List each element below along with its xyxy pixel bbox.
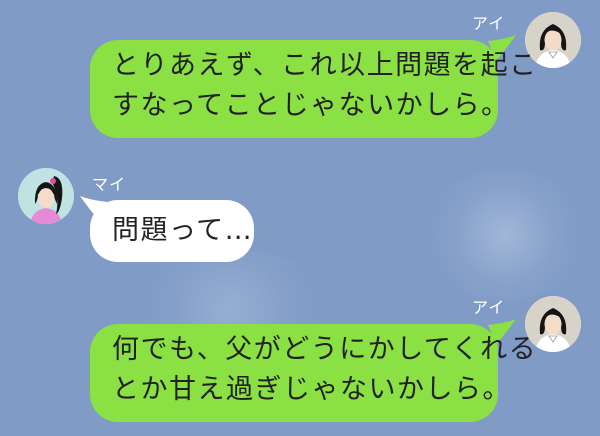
sender-name: アイ	[472, 298, 506, 317]
avatar-mai-icon[interactable]	[18, 168, 74, 224]
sender-name: アイ	[472, 14, 506, 33]
background-glow	[420, 170, 590, 300]
message-bubble: 何でも、父がどうにかしてくれる とか甘え過ぎじゃないかしら。	[90, 324, 538, 422]
message-line: 何でも、父がどうにかしてくれる	[112, 334, 538, 365]
message-line: すなってことじゃないかしら。	[112, 90, 510, 121]
sender-name: マイ	[92, 175, 127, 194]
message-line: とか甘え過ぎじゃないかしら。	[112, 374, 511, 405]
message-line: 問題って…	[112, 215, 254, 246]
message-bubble: 問題って…	[90, 200, 254, 262]
message-line: とりあえず、これ以上問題を起こ	[112, 50, 538, 81]
message-bubble: とりあえず、これ以上問題を起こ すなってことじゃないかしら。	[90, 40, 538, 138]
